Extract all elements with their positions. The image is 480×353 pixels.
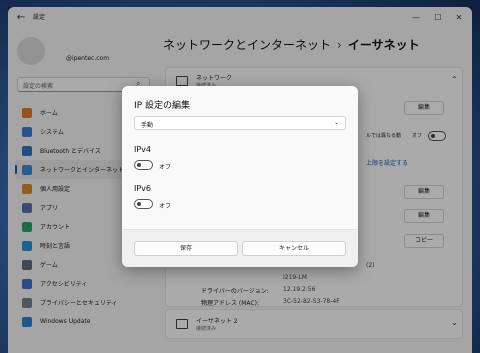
chevron-down-icon: ⌄ [333, 119, 339, 126]
ipv6-toggle-label: オフ [159, 203, 172, 210]
ipv6-toggle[interactable] [134, 199, 153, 209]
ip-mode-select[interactable]: 手動 ⌄ [134, 116, 346, 130]
dialog-title: IP 設定の編集 [134, 101, 190, 111]
ip-settings-dialog: IP 設定の編集 手動 ⌄ IPv4 オフ IPv6 オフ 保存 キャンセル [122, 86, 358, 267]
dialog-footer: 保存 キャンセル [122, 229, 358, 267]
ipv4-toggle-label: オフ [159, 164, 172, 171]
save-button[interactable]: 保存 [134, 241, 238, 256]
ipv4-title: IPv4 [134, 145, 152, 154]
ipv6-title: IPv6 [134, 184, 152, 193]
cancel-button[interactable]: キャンセル [242, 241, 346, 256]
ipv4-toggle[interactable] [134, 160, 153, 170]
select-value: 手動 [141, 122, 154, 129]
